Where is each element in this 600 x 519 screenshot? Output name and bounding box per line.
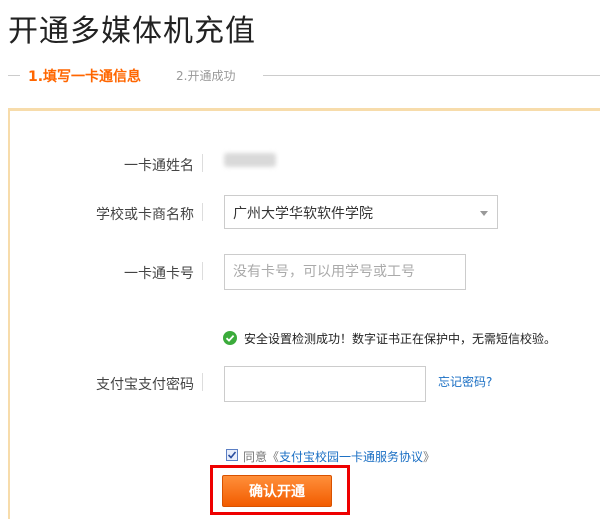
agreement-suffix: 》: [423, 450, 436, 464]
check-circle-icon: [223, 331, 237, 345]
agree-checkbox[interactable]: [226, 449, 238, 461]
divider: [202, 203, 203, 221]
divider: [202, 154, 203, 172]
forgot-password-link[interactable]: 忘记密码?: [438, 373, 492, 390]
confirm-button[interactable]: 确认开通: [222, 475, 332, 507]
school-select-value: 广州大学华软软件学院: [233, 206, 373, 222]
card-number-input[interactable]: [224, 254, 466, 290]
card-label: 一卡通卡号: [124, 266, 194, 282]
step-1-active: 1.填写一卡通信息: [28, 69, 142, 85]
step-indicator: 1.填写一卡通信息 2.开通成功: [8, 66, 600, 86]
security-status-text: 安全设置检测成功！数字证书正在保护中，无需短信校验。: [244, 332, 557, 346]
name-label: 一卡通姓名: [124, 158, 194, 174]
agreement-text: 同意《支付宝校园一卡通服务协议》: [243, 448, 435, 465]
page-title: 开通多媒体机充值: [8, 14, 256, 49]
agreement-prefix: 同意《: [243, 450, 280, 464]
step-divider: [263, 75, 600, 76]
school-label: 学校或卡商名称: [96, 207, 194, 223]
divider: [202, 262, 203, 280]
chevron-down-icon: [480, 211, 488, 216]
password-input[interactable]: [224, 366, 426, 402]
service-agreement-link[interactable]: 支付宝校园一卡通服务协议: [279, 450, 423, 464]
school-select[interactable]: 广州大学华软软件学院: [224, 195, 498, 229]
name-value-blurred: [224, 153, 276, 167]
password-label: 支付宝支付密码: [96, 377, 194, 393]
divider: [202, 373, 203, 391]
step-2: 2.开通成功: [176, 69, 236, 83]
step-divider: [8, 75, 20, 76]
